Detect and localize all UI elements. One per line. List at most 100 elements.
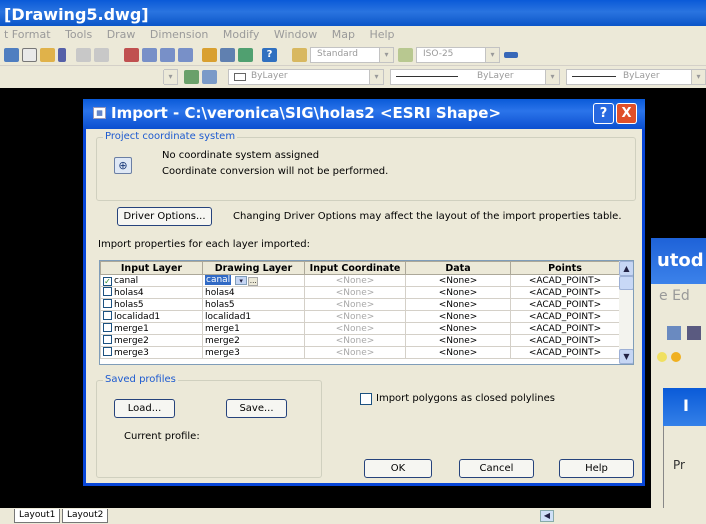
chevron-down-icon[interactable]: ▼ [619, 349, 633, 364]
lineweight-select[interactable]: ByLayer ▾ [566, 69, 706, 85]
layer-checkbox[interactable] [103, 311, 112, 320]
linetype-select[interactable]: ByLayer ▾ [390, 69, 560, 85]
menu-draw[interactable]: Draw [107, 28, 136, 41]
menu-window[interactable]: Window [274, 28, 317, 41]
input-coordinate-cell[interactable]: <None> [304, 298, 406, 311]
ellipsis-button[interactable]: … [248, 277, 259, 286]
menu-map[interactable]: Map [332, 28, 355, 41]
data-cell[interactable]: <None> [405, 346, 511, 359]
points-cell[interactable]: <ACAD_POINT> [510, 310, 620, 323]
menu-format[interactable]: t Format [4, 28, 51, 41]
table-row[interactable]: holas5 holas5 <None> <None> <ACAD_POINT> [100, 298, 620, 311]
help-icon[interactable]: ? [262, 48, 277, 62]
col-input-layer[interactable]: Input Layer [100, 261, 203, 275]
points-cell[interactable]: <ACAD_POINT> [510, 286, 620, 299]
load-button[interactable]: Load... [114, 399, 175, 418]
layer-checkbox[interactable] [103, 347, 112, 356]
ok-button[interactable]: OK [364, 459, 432, 478]
data-cell[interactable]: <None> [405, 334, 511, 347]
open-icon[interactable] [40, 48, 55, 62]
points-cell[interactable]: <ACAD_POINT> [510, 346, 620, 359]
data-cell[interactable]: <None> [405, 310, 511, 323]
col-input-coordinate[interactable]: Input Coordinate [304, 261, 406, 275]
drawing-layer-cell[interactable]: localidad1 [202, 310, 305, 323]
import-polygons-checkbox[interactable] [360, 393, 372, 405]
drawing-layer-cell[interactable]: merge3 [202, 346, 305, 359]
input-layer-cell[interactable]: ✓ canal [100, 274, 203, 287]
tool-palettes-icon[interactable] [238, 48, 253, 62]
scroll-thumb[interactable] [619, 276, 633, 290]
points-cell[interactable]: <ACAD_POINT> [510, 322, 620, 335]
design-center-icon[interactable] [220, 48, 235, 62]
redo-icon[interactable] [94, 48, 109, 62]
col-drawing-layer[interactable]: Drawing Layer [202, 261, 305, 275]
properties-icon[interactable] [202, 48, 217, 62]
chevron-down-icon[interactable]: ▾ [235, 276, 248, 285]
table-style-icon[interactable] [504, 52, 518, 58]
match-icon[interactable] [4, 48, 19, 62]
dim-style-select[interactable]: ISO-25 ▾ [416, 47, 500, 63]
data-cell[interactable]: <None> [405, 322, 511, 335]
table-scrollbar[interactable]: ▲ ▼ [619, 261, 633, 364]
col-data[interactable]: Data [405, 261, 511, 275]
input-coordinate-cell[interactable]: <None> [304, 322, 406, 335]
menu-tools[interactable]: Tools [65, 28, 92, 41]
input-layer-cell[interactable]: localidad1 [100, 310, 203, 323]
scroll-left-icon[interactable]: ◀ [540, 510, 554, 522]
drawing-layer-cell[interactable]: holas4 [202, 286, 305, 299]
points-cell[interactable]: <ACAD_POINT> [510, 274, 620, 287]
help-icon[interactable]: ? [593, 103, 614, 124]
layer-manager-icon[interactable] [184, 70, 199, 84]
input-layer-cell[interactable]: merge1 [100, 322, 203, 335]
dialog-title-bar[interactable]: ▦ Import - C:\veronica\SIG\holas2 <ESRI … [83, 99, 645, 129]
tool-icon[interactable] [667, 326, 681, 340]
save-button[interactable]: Save... [226, 399, 287, 418]
menu-dimension[interactable]: Dimension [150, 28, 208, 41]
input-coordinate-cell[interactable]: <None> [304, 274, 406, 287]
tab-layout2[interactable]: Layout2 [62, 509, 109, 523]
chevron-up-icon[interactable]: ▲ [619, 261, 633, 276]
menu-help[interactable]: Help [369, 28, 394, 41]
input-layer-cell[interactable]: merge2 [100, 334, 203, 347]
drawing-layer-cell[interactable]: holas5 [202, 298, 305, 311]
input-coordinate-cell[interactable]: <None> [304, 334, 406, 347]
cancel-button[interactable]: Cancel [459, 459, 534, 478]
data-cell[interactable]: <None> [405, 274, 511, 287]
close-icon[interactable]: X [616, 103, 637, 124]
input-coordinate-cell[interactable]: <None> [304, 310, 406, 323]
layer-checkbox[interactable] [103, 287, 112, 296]
data-cell[interactable]: <None> [405, 298, 511, 311]
drawing-layer-cell[interactable]: canal ▾… [202, 274, 305, 287]
help-button[interactable]: Help [559, 459, 634, 478]
drawing-layer-cell[interactable]: merge1 [202, 322, 305, 335]
save-icon[interactable] [687, 326, 701, 340]
zoom-window-icon[interactable] [160, 48, 175, 62]
pan-icon[interactable] [124, 48, 139, 62]
new-icon[interactable] [22, 48, 37, 62]
points-cell[interactable]: <ACAD_POINT> [510, 334, 620, 347]
table-row[interactable]: merge1 merge1 <None> <None> <ACAD_POINT> [100, 322, 620, 335]
text-style-select[interactable]: Standard ▾ [310, 47, 394, 63]
input-layer-cell[interactable]: merge3 [100, 346, 203, 359]
driver-options-button[interactable]: Driver Options... [117, 207, 212, 226]
table-row[interactable]: merge2 merge2 <None> <None> <ACAD_POINT> [100, 334, 620, 347]
globe-icon[interactable]: ⊕ [114, 157, 132, 174]
data-cell[interactable]: <None> [405, 286, 511, 299]
points-cell[interactable]: <ACAD_POINT> [510, 298, 620, 311]
col-points[interactable]: Points [510, 261, 620, 275]
layer-dropdown[interactable]: ▾ [163, 69, 178, 85]
import-polygons-label[interactable]: Import polygons as closed polylines [376, 393, 555, 404]
layer-checkbox[interactable] [103, 299, 112, 308]
input-coordinate-cell[interactable]: <None> [304, 286, 406, 299]
layer-checkbox[interactable] [103, 323, 112, 332]
zoom-previous-icon[interactable] [178, 48, 193, 62]
input-layer-cell[interactable]: holas5 [100, 298, 203, 311]
table-row[interactable]: localidad1 localidad1 <None> <None> <ACA… [100, 310, 620, 323]
brush-icon[interactable] [58, 48, 66, 62]
layer-previous-icon[interactable] [202, 70, 217, 84]
input-layer-cell[interactable]: holas4 [100, 286, 203, 299]
layer-checkbox[interactable]: ✓ [103, 276, 112, 286]
zoom-realtime-icon[interactable] [142, 48, 157, 62]
layer-checkbox[interactable] [103, 335, 112, 344]
table-row[interactable]: holas4 holas4 <None> <None> <ACAD_POINT> [100, 286, 620, 299]
